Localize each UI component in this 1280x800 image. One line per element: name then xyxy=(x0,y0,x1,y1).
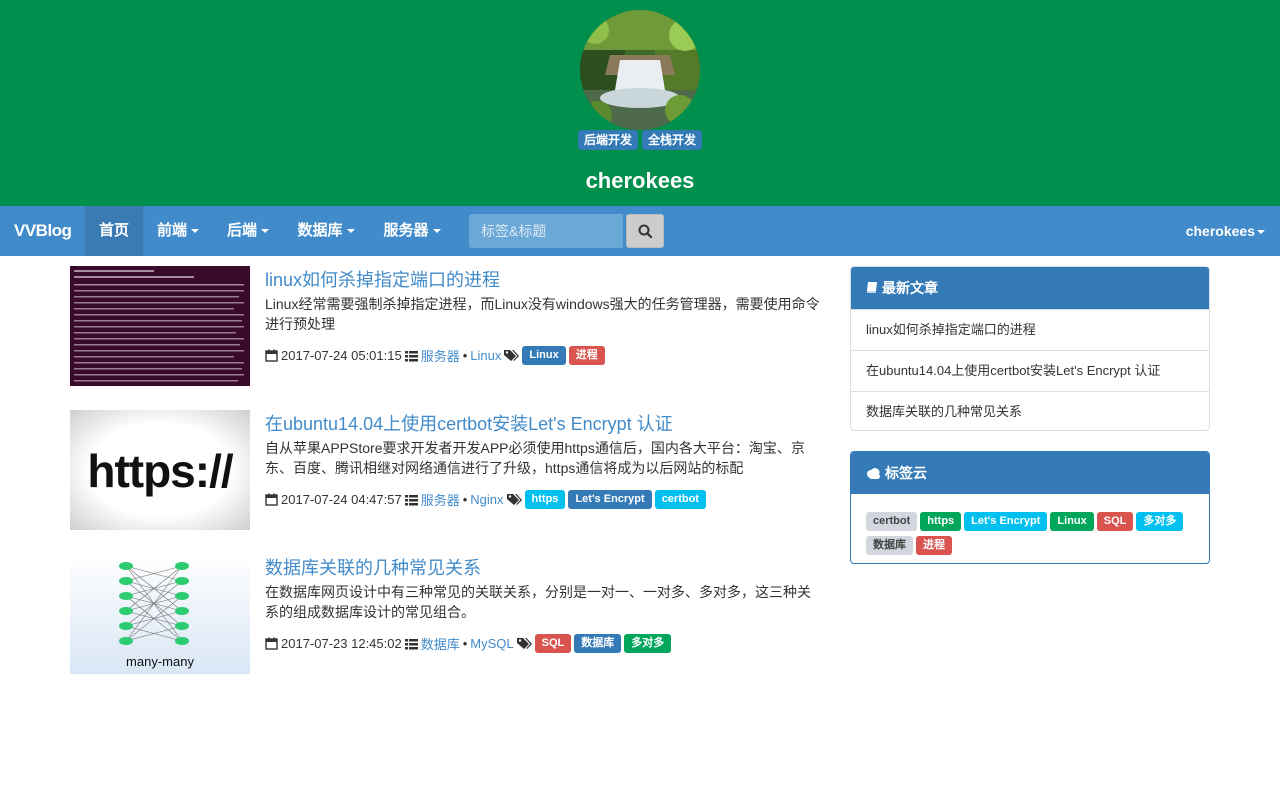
latest-articles-panel: 最新文章 linux如何杀掉指定端口的进程 在ubuntu14.04上使用cer… xyxy=(850,266,1210,431)
caret-down-icon xyxy=(191,229,199,234)
article-subcategory[interactable]: MySQL xyxy=(470,636,513,651)
site-header: 后端开发 全栈开发 cherokees xyxy=(0,0,1280,206)
nav-server[interactable]: 服务器 xyxy=(369,206,455,256)
navbar: VVBlog 首页 前端 后端 数据库 服务器 cherokees xyxy=(0,206,1280,256)
tag-badge[interactable]: 多对多 xyxy=(1136,512,1184,531)
avatar[interactable] xyxy=(580,10,700,130)
article-item: many-many 数据库关联的几种常见关系 在数据库网页设计中有三种常见的关联… xyxy=(70,554,820,674)
panel-heading: 标签云 xyxy=(851,452,1209,494)
tags-icon xyxy=(506,494,522,505)
nav-label: 后端 xyxy=(226,222,257,239)
list-icon xyxy=(404,350,418,361)
nav-label: 数据库 xyxy=(297,222,343,239)
tag-badge[interactable]: https xyxy=(920,512,962,531)
caret-down-icon xyxy=(1257,230,1265,235)
article-meta: 2017-07-23 12:45:02 数据库 • MySQL SQL 数据库 多对… xyxy=(265,634,674,653)
article-thumbnail[interactable]: https:// xyxy=(70,410,250,530)
tags-icon xyxy=(516,638,532,649)
tag-badge[interactable]: https xyxy=(524,490,566,509)
article-thumbnail[interactable]: many-many xyxy=(70,554,250,674)
article-item: linux如何杀掉指定端口的进程 Linux经常需要强制杀掉指定进程，而Linu… xyxy=(70,266,820,386)
article-title[interactable]: linux如何杀掉指定端口的进程 xyxy=(265,266,500,292)
thumbnail-text: many-many xyxy=(126,654,194,669)
tag-badge[interactable]: SQL xyxy=(534,634,572,653)
article-subcategory[interactable]: Nginx xyxy=(470,492,503,507)
tag-badge[interactable]: 数据库 xyxy=(574,634,622,653)
article-excerpt: 在数据库网页设计中有三种常见的关联关系，分别是一对一、一对多、多对多，这三种关系… xyxy=(265,584,811,620)
article-item: https:// 在ubuntu14.04上使用certbot安装Let's E… xyxy=(70,410,820,530)
list-icon xyxy=(404,494,418,505)
article-title[interactable]: 在ubuntu14.04上使用certbot安装Let's Encrypt 认证 xyxy=(265,410,673,436)
article-thumbnail[interactable] xyxy=(70,266,250,386)
latest-article-link[interactable]: 在ubuntu14.04上使用certbot安装Let's Encrypt 认证 xyxy=(851,350,1209,391)
nav-label: 服务器 xyxy=(383,222,429,239)
nav-label: 前端 xyxy=(156,222,187,239)
article-title[interactable]: 数据库关联的几种常见关系 xyxy=(265,554,481,580)
latest-article-link[interactable]: linux如何杀掉指定端口的进程 xyxy=(851,309,1209,350)
tag-badge[interactable]: 多对多 xyxy=(624,634,672,653)
site-name: cherokees xyxy=(585,168,695,193)
header-tag[interactable]: 全栈开发 xyxy=(642,130,703,150)
calendar-icon xyxy=(265,637,278,650)
tag-badge[interactable]: Let's Encrypt xyxy=(964,512,1048,531)
article-meta: 2017-07-24 04:47:57 服务器 • Nginx https Let… xyxy=(265,490,709,509)
tag-badge[interactable]: Linux xyxy=(1050,512,1094,531)
tag-cloud-panel: 标签云 certbot https Let's Encrypt Linux SQL 多对多… xyxy=(850,451,1210,564)
list-icon xyxy=(404,638,418,649)
thumbnail-text: https:// xyxy=(87,445,233,497)
article-date: 2017-07-23 12:45:02 xyxy=(281,636,402,651)
tags-icon xyxy=(504,350,520,361)
tag-badge[interactable]: 进程 xyxy=(916,536,952,555)
search-input[interactable] xyxy=(469,214,623,248)
panel-heading: 最新文章 xyxy=(851,267,1209,309)
header-tag[interactable]: 后端开发 xyxy=(577,130,638,150)
calendar-icon xyxy=(265,493,278,506)
tag-cloud: certbot https Let's Encrypt Linux SQL 多对多数据库进… xyxy=(851,494,1209,563)
latest-article-link[interactable]: 数据库关联的几种常见关系 xyxy=(851,391,1209,430)
article-category[interactable]: 服务器 xyxy=(421,346,460,365)
nav-database[interactable]: 数据库 xyxy=(283,206,369,256)
brand-logo[interactable]: VVBlog xyxy=(14,206,72,256)
search-icon xyxy=(638,224,653,239)
article-category[interactable]: 服务器 xyxy=(421,490,460,509)
nav-frontend[interactable]: 前端 xyxy=(143,206,213,256)
tag-badge[interactable]: Linux xyxy=(522,346,566,365)
user-menu[interactable]: cherokees xyxy=(1186,206,1265,256)
article-date: 2017-07-24 04:47:57 xyxy=(281,492,402,507)
tag-badge[interactable]: Let's Encrypt xyxy=(568,490,652,509)
article-category[interactable]: 数据库 xyxy=(421,634,460,653)
article-subcategory[interactable]: Linux xyxy=(470,348,501,363)
caret-down-icon xyxy=(432,229,441,234)
header-tags: 后端开发 全栈开发 xyxy=(0,130,1280,150)
panel-title: 最新文章 xyxy=(882,280,938,296)
calendar-icon xyxy=(265,349,278,362)
article-excerpt: Linux经常需要强制杀掉指定进程，而Linux没有windows强大的任务管理… xyxy=(265,296,820,332)
panel-title: 标签云 xyxy=(885,465,927,481)
user-name: cherokees xyxy=(1185,223,1255,239)
caret-down-icon xyxy=(346,229,355,234)
nav-label: 首页 xyxy=(98,222,129,239)
article-excerpt: 自从苹果APPStore要求开发者开发APP必须使用https通信后，国内各大平… xyxy=(265,440,805,476)
tag-badge[interactable]: 进程 xyxy=(568,346,605,365)
tag-badge[interactable]: SQL xyxy=(1096,512,1134,531)
caret-down-icon xyxy=(261,229,269,234)
tag-badge[interactable]: certbot xyxy=(866,512,918,531)
book-icon xyxy=(867,282,877,293)
cloud-icon xyxy=(867,468,880,479)
tag-badge[interactable]: 数据库 xyxy=(866,536,913,555)
nav-home[interactable]: 首页 xyxy=(85,206,143,256)
article-meta: 2017-07-24 05:01:15 服务器 • Linux Linux 进程 xyxy=(265,346,608,365)
tag-badge[interactable]: certbot xyxy=(654,490,706,509)
nav-backend[interactable]: 后端 xyxy=(213,206,283,256)
article-date: 2017-07-24 05:01:15 xyxy=(281,348,402,363)
search-button[interactable] xyxy=(626,214,664,248)
